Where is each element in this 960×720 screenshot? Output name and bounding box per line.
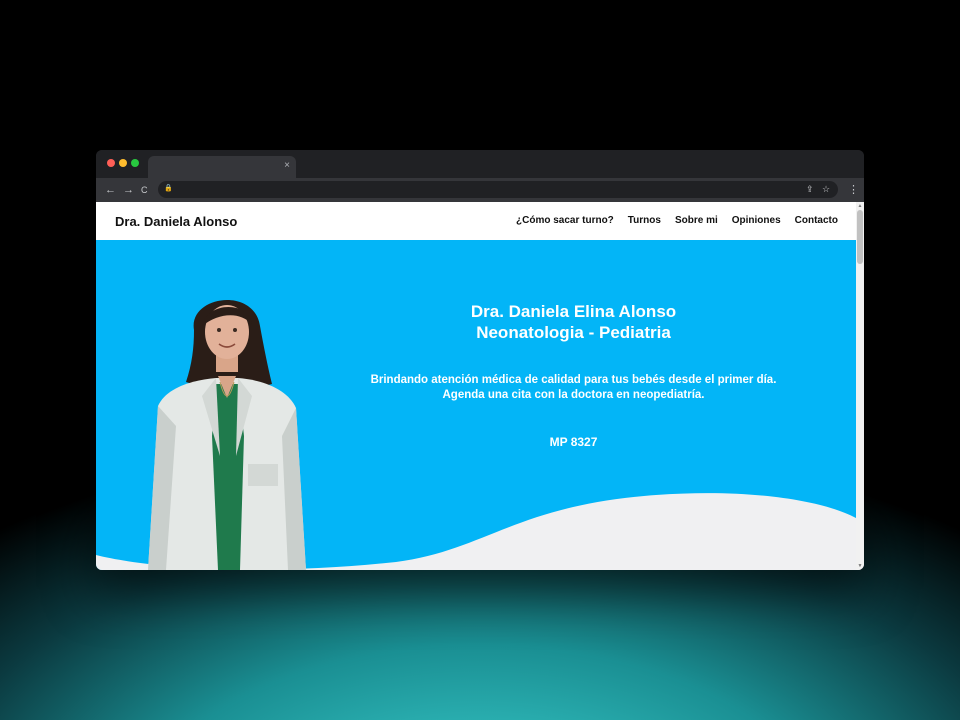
tab-bar: × (96, 150, 864, 178)
page-viewport: Dra. Daniela Alonso ¿Cómo sacar turno? T… (96, 202, 864, 570)
browser-menu-icon[interactable]: ⋮ (848, 183, 859, 197)
hero-title-name: Dra. Daniela Elina Alonso (470, 302, 677, 321)
share-icon[interactable]: ⇪ (806, 182, 814, 196)
nav-link-sobre-mi[interactable]: Sobre mi (675, 215, 718, 226)
lock-icon: 🔒 (164, 185, 173, 192)
license-number: MP 8327 (549, 435, 598, 449)
nav-link-como-sacar-turno[interactable]: ¿Cómo sacar turno? (516, 215, 614, 226)
nav-link-contacto[interactable]: Contacto (795, 215, 838, 226)
hero-subtitle-line2: Agenda una cita con la doctora en neoped… (442, 389, 705, 401)
forward-arrow-icon[interactable]: → (123, 183, 134, 197)
nav-link-opiniones[interactable]: Opiniones (732, 215, 781, 226)
zoom-window-dot[interactable] (131, 159, 139, 167)
site-header: Dra. Daniela Alonso ¿Cómo sacar turno? T… (96, 202, 856, 240)
scroll-down-arrow-icon[interactable]: ▼ (856, 563, 864, 569)
hero-subtitle: Brindando atención médica de calidad par… (316, 373, 831, 403)
hero-section: Dra. Daniela Elina Alonso Neonatologia -… (96, 240, 856, 570)
browser-tab[interactable]: × (148, 156, 296, 178)
browser-window: × ← → C 🔒 ⇪ ☆ ⋮ Dra. Daniela Alonso ¿Cóm… (96, 150, 864, 570)
back-arrow-icon[interactable]: ← (105, 183, 116, 197)
address-bar[interactable]: 🔒 ⇪ ☆ (158, 181, 838, 198)
doctor-portrait-image (148, 300, 306, 570)
page-scrollbar[interactable]: ▲ ▼ (856, 202, 864, 570)
main-navigation: ¿Cómo sacar turno? Turnos Sobre mi Opini… (516, 215, 838, 226)
nav-link-turnos[interactable]: Turnos (628, 215, 661, 226)
scroll-up-arrow-icon[interactable]: ▲ (856, 203, 864, 209)
minimize-window-dot[interactable] (119, 159, 127, 167)
hero-title: Dra. Daniela Elina Alonso Neonatologia -… (316, 301, 831, 343)
scrollbar-thumb[interactable] (857, 210, 863, 264)
browser-toolbar: ← → C 🔒 ⇪ ☆ ⋮ (96, 178, 864, 202)
bookmark-star-icon[interactable]: ☆ (822, 182, 830, 196)
hero-title-specialty: Neonatologia - Pediatria (476, 323, 671, 342)
hero-subtitle-line1: Brindando atención médica de calidad par… (370, 374, 777, 386)
close-window-dot[interactable] (107, 159, 115, 167)
reload-icon[interactable]: C (141, 183, 148, 197)
site-brand[interactable]: Dra. Daniela Alonso (115, 214, 237, 229)
tab-close-icon[interactable]: × (284, 160, 290, 172)
